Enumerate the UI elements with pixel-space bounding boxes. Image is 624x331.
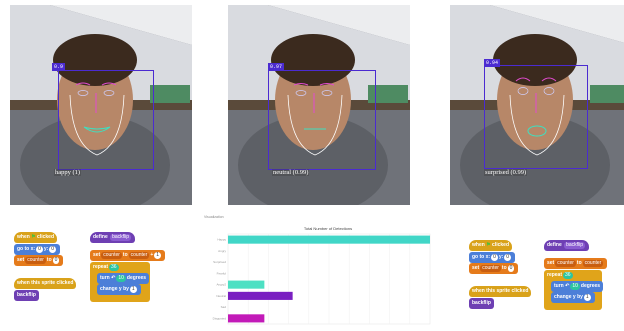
define-backflip-block[interactable]: define backflip [544, 240, 590, 251]
chart-category-label: Disgusted [213, 316, 227, 320]
rotate-icon: ↶ [111, 275, 116, 281]
go-to-xy-block[interactable]: go to x: 0 y: 0 [469, 252, 516, 263]
face-bounding-box [484, 65, 588, 169]
expression-label: surprised (0.99) [484, 169, 528, 176]
when-flag-clicked-block[interactable]: when ⚑ clicked [469, 240, 513, 251]
backflip-call-block[interactable]: backflip [469, 298, 494, 309]
backflip-call-block[interactable]: backflip [14, 290, 39, 301]
chart-bar [228, 235, 430, 244]
detection-score: 0.97 [268, 63, 285, 71]
define-backflip-block[interactable]: define backflip [90, 232, 136, 243]
set-counter-block[interactable]: set counter to 0 [14, 255, 64, 266]
detections-chart-svg: Visualization Total Number of Detections… [204, 215, 431, 325]
face-bounding-box [268, 70, 376, 170]
chart-category-label: Angry [218, 249, 226, 253]
rotate-icon: ↶ [565, 283, 570, 289]
change-y-block[interactable]: change y by 1 [551, 292, 595, 303]
face-panel-surprised: 0.94 surprised (0.99) [450, 5, 624, 205]
chart-category-label: Angry2 [216, 283, 226, 287]
chart-title: Total Number of Detections [304, 226, 352, 231]
chart-bar [228, 291, 293, 300]
go-to-xy-block[interactable]: go to x: 0 y: 0 [14, 244, 61, 255]
turn-degrees-block[interactable]: turn ↶ 10 degrees [551, 281, 604, 292]
set-counter-block[interactable]: set counter to 0 [469, 263, 519, 274]
face-panel-happy: 0.9 happy (1) [10, 5, 192, 205]
change-counter-block[interactable]: set counter to counter +1 [90, 250, 166, 261]
detection-score: 0.9 [52, 63, 66, 71]
expression-label: happy (1) [54, 169, 82, 176]
green-flag-icon: ⚑ [31, 234, 36, 240]
chart-bar [228, 280, 265, 289]
chart-category-label: Happy [217, 238, 226, 242]
chart-category-label: Surprised [213, 260, 226, 264]
green-flag-icon: ⚑ [486, 242, 491, 248]
when-flag-clicked-block[interactable]: when ⚑ clicked [14, 232, 58, 243]
change-counter-block[interactable]: set counter to counter [544, 258, 608, 269]
turn-degrees-block[interactable]: turn ↶ 10 degrees [97, 273, 150, 284]
face-panel-neutral: 0.97 neutral (0.99) [228, 5, 410, 205]
expression-label: neutral (0.99) [272, 169, 310, 176]
chart-category-label: Sad [221, 305, 227, 309]
chart-category-label: Fearful [217, 271, 227, 275]
change-y-block[interactable]: change y by 1 [97, 284, 141, 295]
chart-category-label: Neutral [216, 294, 226, 298]
chart-top-label: Visualization [204, 215, 224, 219]
when-sprite-clicked-block[interactable]: when this sprite clicked [14, 278, 77, 289]
detection-score: 0.94 [484, 59, 501, 67]
chart-bar [228, 314, 265, 323]
face-bounding-box [58, 70, 154, 170]
detections-chart: Visualization Total Number of Detections… [202, 212, 434, 330]
when-sprite-clicked-block[interactable]: when this sprite clicked [469, 286, 532, 297]
